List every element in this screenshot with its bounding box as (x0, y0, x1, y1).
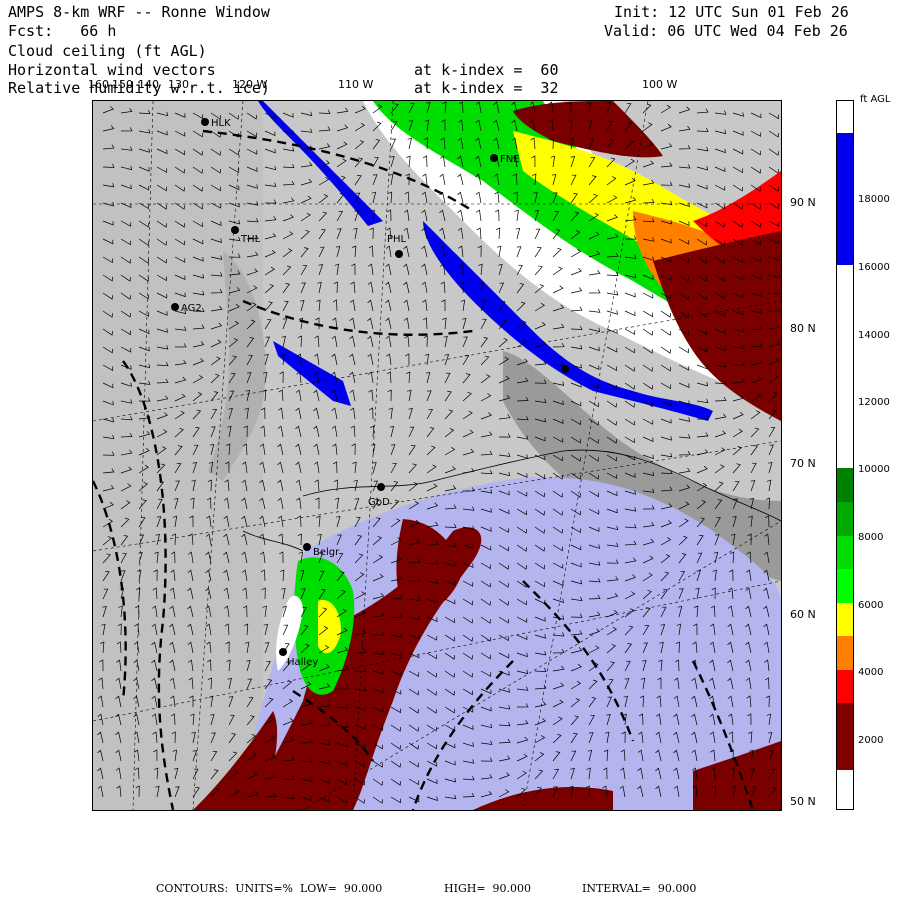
colorbar (836, 100, 854, 810)
colorbar-tick-14000: 14000 (858, 330, 890, 341)
colorbar-tick-16000: 16000 (858, 262, 890, 273)
footer-interval: INTERVAL= 90.000 (582, 882, 697, 895)
valid-time: Valid: 06 UTC Wed 04 Feb 26 (604, 22, 848, 40)
init-time: Init: 12 UTC Sun 01 Feb 26 (614, 3, 849, 21)
lat-label-90n: 90 N (790, 196, 816, 209)
field-cloud-ceiling: Cloud ceiling (ft AGL) (8, 42, 207, 60)
colorbar-tick-8000: 8000 (858, 532, 884, 543)
lon-label-160: 160 (88, 78, 109, 91)
colorbar-tick-2000: 2000 (858, 735, 884, 746)
lon-label-120w: 120 W (232, 78, 268, 91)
colorbar-band-8 (837, 636, 853, 671)
svg-text:FNE: FNE (500, 154, 520, 165)
colorbar-unit: ft AGL (860, 94, 891, 105)
lon-label-140: 140 (138, 78, 159, 91)
lat-label-80n: 80 N (790, 322, 816, 335)
colorbar-tick-18000: 18000 (858, 194, 890, 205)
svg-text:PHL: PHL (387, 234, 407, 245)
map-canvas: HLK FNE THL PHL AG2 GbD Belgr Halley (93, 101, 781, 810)
colorbar-tick-4000: 4000 (858, 667, 884, 678)
svg-text:AG2: AG2 (181, 303, 202, 314)
map-panel: HLK FNE THL PHL AG2 GbD Belgr Halley (92, 100, 782, 811)
colorbar-band-4 (837, 502, 853, 536)
colorbar-band-3 (837, 468, 853, 503)
lat-label-70n: 70 N (790, 457, 816, 470)
lat-label-50n: 50 N (790, 795, 816, 808)
svg-text:Belgr: Belgr (313, 547, 340, 558)
field-wind-level: at k-index = 60 (414, 61, 559, 79)
lon-label-150: 150 (112, 78, 133, 91)
colorbar-tick-10000: 10000 (858, 464, 890, 475)
lon-label-130: 130 (168, 78, 189, 91)
lat-label-60n: 60 N (790, 608, 816, 621)
colorbar-band-2 (837, 265, 853, 469)
colorbar-tick-12000: 12000 (858, 397, 890, 408)
lon-label-100w: 100 W (642, 78, 678, 91)
station-unnamed-east (561, 365, 569, 373)
colorbar-band-9 (837, 670, 853, 704)
colorbar-band-0 (837, 101, 853, 133)
forecast-label-text: Fcst: (8, 22, 54, 40)
colorbar-band-5 (837, 535, 853, 569)
forecast-label: Fcst: 66 h (8, 23, 116, 40)
svg-text:GbD: GbD (368, 497, 390, 508)
svg-text:Halley: Halley (287, 657, 318, 668)
field-rh-level: at k-index = 32 (414, 79, 559, 97)
map-title: AMPS 8-km WRF -- Ronne Window (8, 3, 270, 21)
svg-text:HLK: HLK (211, 118, 231, 129)
svg-text:THL: THL (240, 234, 261, 245)
lon-label-110w: 110 W (338, 78, 374, 91)
forecast-hours: 66 h (80, 22, 117, 40)
footer-high: HIGH= 90.000 (444, 882, 532, 895)
footer-contours: CONTOURS: UNITS=% LOW= 90.000 (156, 882, 383, 895)
colorbar-band-7 (837, 602, 853, 637)
colorbar-band-1 (837, 132, 853, 266)
colorbar-band-10 (837, 703, 853, 770)
colorbar-tick-6000: 6000 (858, 600, 884, 611)
colorbar-band-6 (837, 568, 853, 603)
field-wind-vectors: Horizontal wind vectors (8, 61, 216, 79)
